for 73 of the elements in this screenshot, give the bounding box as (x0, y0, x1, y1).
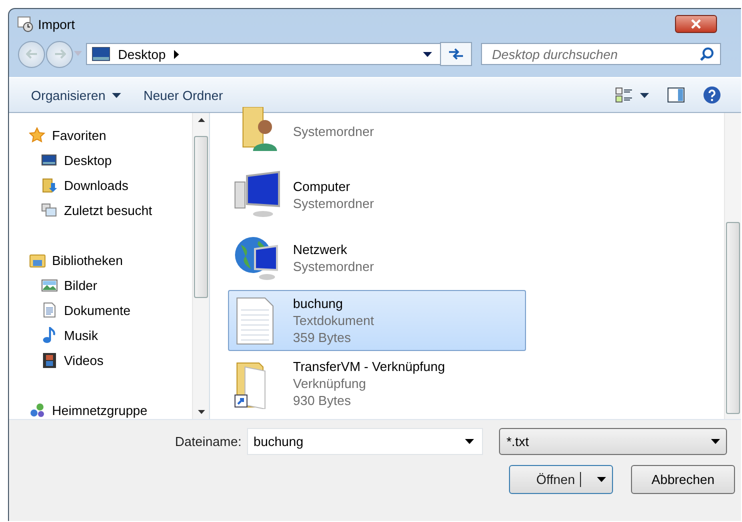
dropdown-caret-icon (711, 439, 720, 444)
file-detail: Systemordner (293, 124, 374, 139)
computer-icon (233, 170, 281, 220)
recent-places-icon (41, 202, 58, 219)
sidebar-item[interactable]: Downloads (29, 173, 192, 198)
file-detail: Textdokument (293, 313, 374, 328)
file-item[interactable]: Computer Systemordner (228, 164, 526, 225)
sidebar-item[interactable]: Bilder (29, 273, 192, 298)
search-placeholder: Desktop durchsuchen (492, 46, 618, 62)
dropdown-caret-icon[interactable] (465, 439, 474, 444)
file-detail: 359 Bytes (293, 330, 352, 345)
chevron-right-icon[interactable] (174, 50, 180, 58)
star-icon (29, 127, 46, 144)
preview-pane-icon (667, 87, 685, 103)
filename-field[interactable]: buchung (247, 428, 484, 455)
sidebar-item[interactable]: Bibliotheken (29, 248, 192, 273)
close-button[interactable] (675, 15, 717, 33)
file-name: TransferVM - Verknüpfung (293, 359, 445, 374)
toolbar-button[interactable]: Neuer Ordner (135, 84, 231, 106)
filename-label: Dateiname: (175, 434, 242, 449)
scrollbar-thumb[interactable] (726, 222, 740, 414)
scrollbar-thumb[interactable] (194, 136, 208, 298)
document-icon (41, 302, 58, 319)
scroll-down-icon (198, 410, 204, 414)
close-icon (691, 19, 701, 29)
sidebar-item[interactable]: Musik (29, 323, 192, 348)
file-detail: Systemordner (293, 196, 374, 210)
scrollbar[interactable] (192, 113, 209, 419)
film-icon (41, 352, 58, 369)
cancel-button[interactable]: Abbrechen (631, 465, 735, 494)
sidebar-item[interactable]: Desktop (29, 148, 192, 173)
file-name: Computer (293, 178, 352, 194)
file-item[interactable]: TransferVM - Verknüpfung Verknüpfung 930 Bytes (228, 353, 526, 414)
sidebar-item[interactable]: Favoriten (29, 123, 192, 148)
file-detail: Verknüpfung (293, 376, 368, 391)
forward-arrow-icon (54, 49, 66, 59)
file-item[interactable]: Netzwerk Systemordner (228, 227, 526, 288)
caret-icon[interactable] (597, 477, 606, 482)
library-folder-icon (29, 252, 46, 269)
file-name: Netzwerk (293, 242, 348, 256)
sidebar-item[interactable]: Heimnetzgruppe (29, 398, 192, 419)
back-arrow-icon (26, 49, 38, 59)
file-detail: 930 Bytes (293, 393, 352, 408)
monitor-icon (92, 47, 110, 61)
search-field[interactable]: Desktop durchsuchen (481, 43, 721, 65)
homegroup-icon (29, 402, 46, 419)
picture-icon (41, 277, 58, 294)
scroll-up-icon (198, 118, 204, 122)
scrollbar[interactable] (724, 113, 741, 419)
file-detail: Systemordner (293, 258, 374, 274)
music-note-icon (41, 327, 58, 344)
dropdown-caret-icon[interactable] (423, 52, 432, 56)
file-item[interactable]: Systemordner (228, 101, 526, 162)
toolbar-button[interactable]: Organisieren (23, 84, 130, 106)
window-title: Import (38, 16, 75, 32)
sidebar-item[interactable]: Zuletzt besucht (29, 198, 192, 223)
file-item[interactable]: buchung Textdokument 359 Bytes (228, 290, 526, 351)
refresh-button[interactable] (440, 42, 472, 66)
app-icon (17, 16, 33, 32)
caret-icon (640, 92, 649, 98)
caret-icon (112, 92, 122, 98)
file-name: buchung (293, 296, 344, 311)
search-icon (700, 47, 714, 61)
breadcrumb[interactable]: Desktop (118, 46, 166, 62)
address-bar[interactable]: Desktop (86, 43, 441, 65)
refresh-arrows-icon (448, 47, 464, 61)
sidebar-item[interactable]: Dokumente (29, 298, 192, 323)
sidebar-item[interactable]: Videos (29, 348, 192, 373)
help-icon (703, 86, 721, 104)
view-list-icon (615, 87, 633, 103)
download-folder-icon (41, 177, 58, 194)
open-split-button[interactable]: Öffnen (509, 465, 613, 494)
file-type-dropdown[interactable]: *.txt (499, 428, 728, 455)
